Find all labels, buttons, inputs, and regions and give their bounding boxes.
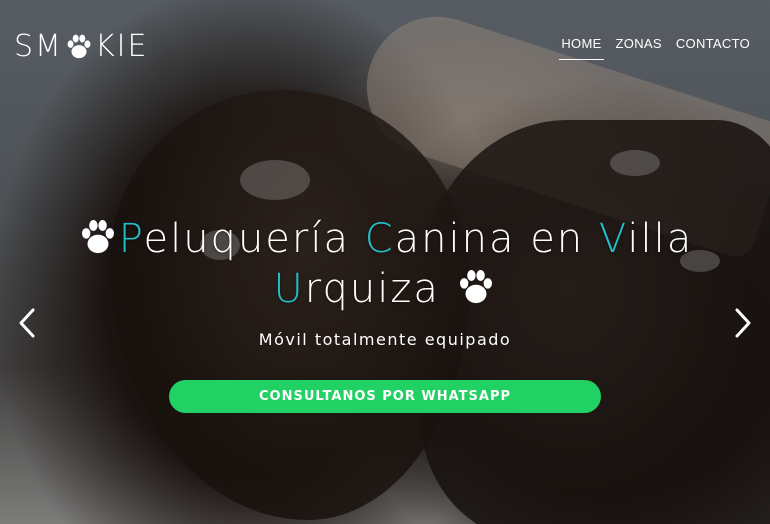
title-word: anina en xyxy=(394,216,599,262)
nav-item-home[interactable]: HOME xyxy=(559,34,604,60)
whatsapp-cta-button[interactable]: CONSULTANOS POR WHATSAPP xyxy=(169,380,601,413)
logo-text-left: SM xyxy=(14,28,63,64)
paw-icon xyxy=(67,34,91,59)
title-cap-letter: C xyxy=(364,216,395,262)
nav-item-zonas[interactable]: ZONAS xyxy=(614,34,664,60)
title-word: eluquería xyxy=(143,216,365,262)
logo-text-right: KIE xyxy=(94,28,149,64)
main-nav: HOME ZONAS CONTACTO xyxy=(559,34,752,60)
title-cap-letter: U xyxy=(273,266,305,312)
nav-item-contacto[interactable]: CONTACTO xyxy=(674,34,752,60)
title-cap-letter: V xyxy=(598,216,628,262)
hero-subtitle: Móvil totalmente equipado xyxy=(258,330,512,349)
site-logo[interactable]: SM KIE xyxy=(14,28,148,64)
title-word: rquiza xyxy=(304,266,440,312)
paw-icon xyxy=(81,219,114,254)
paw-icon xyxy=(459,269,492,304)
title-cap-letter: P xyxy=(118,216,144,262)
title-word: illa xyxy=(627,216,694,262)
hero-title: Peluquería Canina en Villa Urquiza xyxy=(0,214,770,314)
